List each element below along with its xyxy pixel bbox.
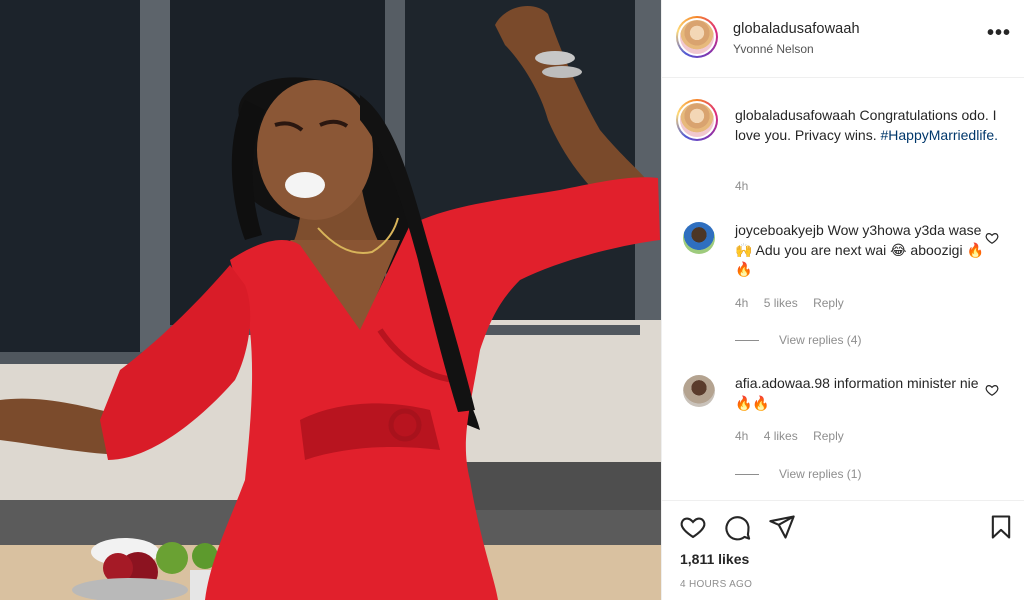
caption-timestamp[interactable]: 4h [735, 179, 748, 193]
post-photo[interactable] [0, 0, 661, 600]
post-image [0, 0, 661, 600]
comment-reply-button[interactable]: Reply [813, 429, 844, 443]
author-subtitle[interactable]: Yvonné Nelson [733, 42, 814, 56]
commenter-avatar[interactable] [683, 222, 715, 254]
comment-username[interactable]: afia.adowaa.98 [735, 375, 830, 391]
view-replies-label: View replies (1) [779, 467, 862, 481]
view-replies-line [735, 339, 759, 341]
comment-username[interactable]: joyceboakyejb [735, 222, 824, 238]
comment-time[interactable]: 4h [735, 296, 748, 310]
comment-likes[interactable]: 4 likes [764, 429, 798, 443]
bookmark-icon[interactable] [987, 513, 1015, 541]
caption-username[interactable]: globaladusafowaah [735, 107, 856, 123]
comment-meta: 4h 5 likes Reply [735, 296, 856, 310]
caption-author-avatar[interactable] [676, 99, 718, 141]
comment-time[interactable]: 4h [735, 429, 748, 443]
view-replies-line [735, 473, 759, 475]
heart-icon[interactable] [679, 513, 707, 541]
author-username[interactable]: globaladusafowaah [733, 21, 860, 37]
comment-icon[interactable] [724, 513, 752, 541]
comment-like-heart-icon[interactable] [985, 231, 999, 245]
commenter-avatar[interactable] [683, 375, 715, 407]
comment-reply-button[interactable]: Reply [813, 296, 844, 310]
caption-hashtag[interactable]: #HappyMarriedlife. [881, 127, 999, 143]
view-replies-label: View replies (4) [779, 333, 862, 347]
comment: joyceboakyejb Wow y3howa y3da wase 🙌 Adu… [735, 221, 985, 280]
post-header: globaladusafowaah Yvonné Nelson ••• [662, 0, 1024, 78]
post-caption: globaladusafowaah Congratulations odo. I… [735, 106, 1005, 145]
comment-meta: 4h 4 likes Reply [735, 429, 856, 443]
comment-like-heart-icon[interactable] [985, 383, 999, 397]
post-side-panel: globaladusafowaah Yvonné Nelson ••• glob… [661, 0, 1024, 600]
likes-count[interactable]: 1,811 likes [680, 551, 749, 567]
view-replies-button[interactable]: View replies (1) [735, 467, 861, 481]
author-avatar[interactable] [676, 16, 718, 58]
comment: afia.adowaa.98 information minister nie🔥… [735, 374, 985, 413]
more-options-icon[interactable]: ••• [987, 23, 1011, 43]
comment-likes[interactable]: 5 likes [764, 296, 798, 310]
post-timestamp[interactable]: 4 HOURS AGO [680, 579, 752, 590]
post-actions: 1,811 likes 4 HOURS AGO [662, 500, 1024, 600]
view-replies-button[interactable]: View replies (4) [735, 333, 861, 347]
share-icon[interactable] [768, 513, 796, 541]
